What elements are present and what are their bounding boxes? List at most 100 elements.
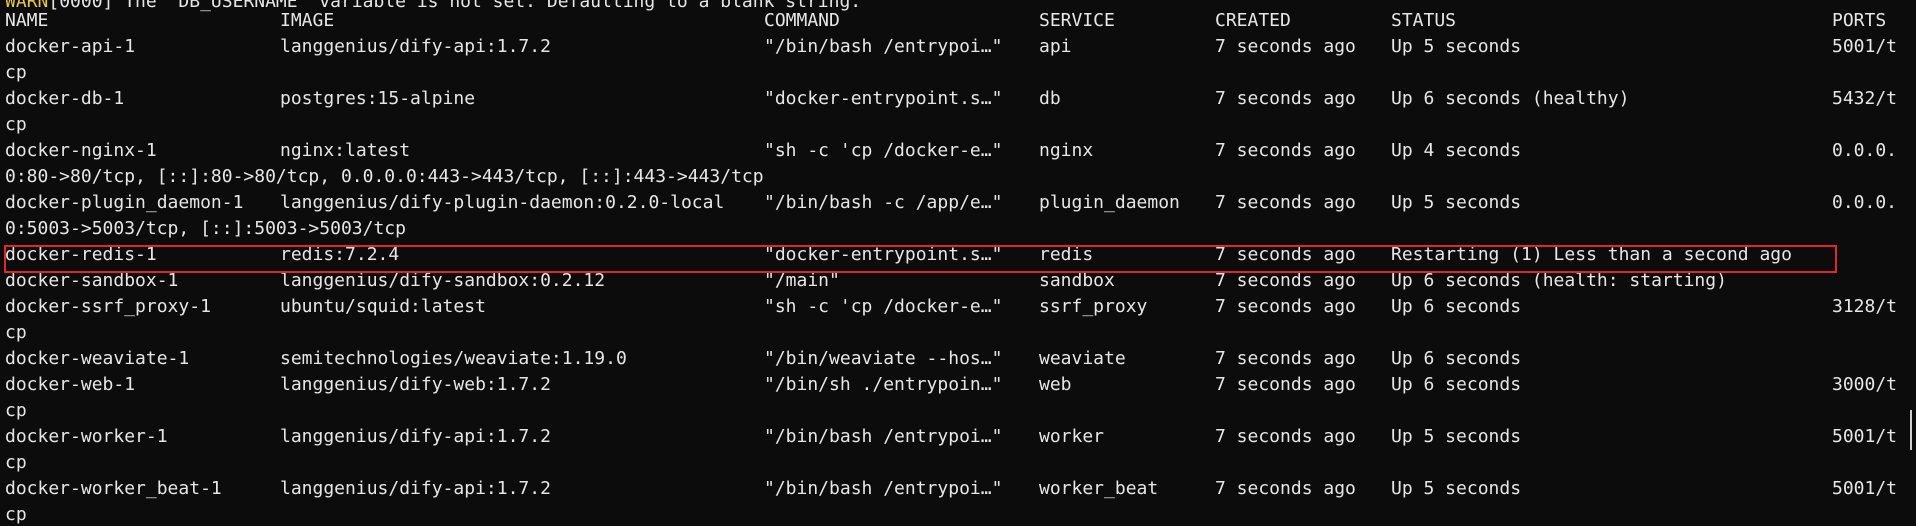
cell-command: "/main" xyxy=(764,270,840,291)
cell-image: semitechnologies/weaviate:1.19.0 xyxy=(280,348,627,369)
table-row: docker-ssrf_proxy-1 ubuntu/squid:latest "s… xyxy=(0,294,1916,320)
cell-ports: 0.0.0. xyxy=(1832,140,1898,161)
cell-service: redis xyxy=(1039,244,1094,265)
cell-service: nginx xyxy=(1039,140,1094,161)
cell-command: "/bin/weaviate --hos…" xyxy=(764,348,1003,369)
cell-image: nginx:latest xyxy=(280,140,411,161)
cell-command: "sh -c 'cp /docker-e…" xyxy=(764,140,1003,161)
header-name: NAME xyxy=(5,10,49,31)
cell-name: docker-nginx-1 xyxy=(5,140,157,161)
cell-created: 7 seconds ago xyxy=(1215,192,1356,213)
cell-ports-wrap: cp xyxy=(5,322,27,343)
cell-service: db xyxy=(1039,88,1061,109)
cell-service: worker xyxy=(1039,426,1105,447)
cell-ports-wrap: cp xyxy=(5,114,27,135)
cell-ports: 5001/t xyxy=(1832,426,1898,447)
cell-name: docker-worker_beat-1 xyxy=(5,478,222,499)
cell-created: 7 seconds ago xyxy=(1215,244,1356,265)
cell-created: 7 seconds ago xyxy=(1215,348,1356,369)
cell-name: docker-api-1 xyxy=(5,36,136,57)
cell-name: docker-weaviate-1 xyxy=(5,348,190,369)
header-command: COMMAND xyxy=(764,10,840,31)
table-row-wrap: cp xyxy=(0,320,1916,346)
cell-ports: 3000/t xyxy=(1832,374,1898,395)
header-ports: PORTS xyxy=(1832,10,1887,31)
cell-service: worker_beat xyxy=(1039,478,1159,499)
table-row-wrap: cp xyxy=(0,112,1916,138)
cell-created: 7 seconds ago xyxy=(1215,374,1356,395)
cell-ports-wrap: 0:80->80/tcp, [::]:80->80/tcp, 0.0.0.0:4… xyxy=(5,166,764,187)
cell-ports: 3128/t xyxy=(1832,296,1898,317)
cell-ports: 5001/t xyxy=(1832,478,1898,499)
cell-command: "/bin/bash /entrypoi…" xyxy=(764,36,1003,57)
cell-ports-wrap: cp xyxy=(5,400,27,421)
table-row: docker-plugin_daemon-1 langgenius/dify-pl… xyxy=(0,190,1916,216)
header-service: SERVICE xyxy=(1039,10,1115,31)
cell-image: langgenius/dify-api:1.7.2 xyxy=(280,36,551,57)
cell-command: "docker-entrypoint.s…" xyxy=(764,88,1003,109)
cell-image: langgenius/dify-sandbox:0.2.12 xyxy=(280,270,606,291)
table-row: docker-web-1 langgenius/dify-web:1.7.2 "/b… xyxy=(0,372,1916,398)
cell-image: ubuntu/squid:latest xyxy=(280,296,486,317)
cell-created: 7 seconds ago xyxy=(1215,478,1356,499)
cell-created: 7 seconds ago xyxy=(1215,296,1356,317)
table-header: NAME IMAGE COMMAND SERVICE CREATED STATU… xyxy=(0,8,1916,34)
cell-command: "docker-entrypoint.s…" xyxy=(764,244,1003,265)
cell-name: docker-plugin_daemon-1 xyxy=(5,192,244,213)
cell-name: docker-worker-1 xyxy=(5,426,168,447)
table-row: docker-worker_beat-1 langgenius/dify-api:… xyxy=(0,476,1916,502)
cell-command: "/bin/bash /entrypoi…" xyxy=(764,426,1003,447)
cell-command: "/bin/bash /entrypoi…" xyxy=(764,478,1003,499)
cell-ports: 5432/t xyxy=(1832,88,1898,109)
cell-image: langgenius/dify-web:1.7.2 xyxy=(280,374,551,395)
cell-name: docker-db-1 xyxy=(5,88,125,109)
cell-created: 7 seconds ago xyxy=(1215,88,1356,109)
table-row: docker-api-1 langgenius/dify-api:1.7.2 "/b… xyxy=(0,34,1916,60)
cell-status: Up 5 seconds xyxy=(1391,36,1522,57)
cell-name: docker-ssrf_proxy-1 xyxy=(5,296,211,317)
header-created: CREATED xyxy=(1215,10,1291,31)
table-row: docker-worker-1 langgenius/dify-api:1.7.2… xyxy=(0,424,1916,450)
table-row: docker-db-1 postgres:15-alpine "docker-ent… xyxy=(0,86,1916,112)
table-row: docker-sandbox-1 langgenius/dify-sandbox:… xyxy=(0,268,1916,294)
cell-status: Up 5 seconds xyxy=(1391,192,1522,213)
cell-status: Up 6 seconds xyxy=(1391,296,1522,317)
cell-ports: 5001/t xyxy=(1832,36,1898,57)
header-image: IMAGE xyxy=(280,10,335,31)
cell-created: 7 seconds ago xyxy=(1215,426,1356,447)
cell-image: postgres:15-alpine xyxy=(280,88,476,109)
cell-created: 7 seconds ago xyxy=(1215,36,1356,57)
cell-service: ssrf_proxy xyxy=(1039,296,1148,317)
cell-command: "/bin/sh ./entrypoin…" xyxy=(764,374,1003,395)
table-row-wrap: cp xyxy=(0,398,1916,424)
cell-ports-wrap: cp xyxy=(5,504,27,525)
cell-name: docker-sandbox-1 xyxy=(5,270,179,291)
cell-service: web xyxy=(1039,374,1072,395)
cell-status: Up 5 seconds xyxy=(1391,426,1522,447)
cell-created: 7 seconds ago xyxy=(1215,140,1356,161)
table-row-wrap: cp xyxy=(0,502,1916,526)
cell-created: 7 seconds ago xyxy=(1215,270,1356,291)
cell-status: Up 6 seconds xyxy=(1391,348,1522,369)
cell-service: plugin_daemon xyxy=(1039,192,1180,213)
table-row-wrap: 0:5003->5003/tcp, [::]:5003->5003/tcp xyxy=(0,216,1916,242)
table-row: docker-weaviate-1 semitechnologies/weavia… xyxy=(0,346,1916,372)
table-row-wrap: cp xyxy=(0,60,1916,86)
cell-ports-wrap: cp xyxy=(5,452,27,473)
cell-status: Up 6 seconds (healthy) xyxy=(1391,88,1630,109)
terminal-output[interactable]: WARN[0000] The "DB_USERNAME" variable is… xyxy=(0,0,1916,526)
cell-status: Up 6 seconds (health: starting) xyxy=(1391,270,1727,291)
cell-status: Up 5 seconds xyxy=(1391,478,1522,499)
table-row: docker-nginx-1 nginx:latest "sh -c 'cp /do… xyxy=(0,138,1916,164)
cell-status: Up 4 seconds xyxy=(1391,140,1522,161)
cell-command: "sh -c 'cp /docker-e…" xyxy=(764,296,1003,317)
scrollbar-thumb[interactable] xyxy=(1910,410,1912,450)
cell-image: redis:7.2.4 xyxy=(280,244,400,265)
cell-status: Restarting (1) Less than a second ago xyxy=(1391,244,1792,265)
cell-service: api xyxy=(1039,36,1072,57)
cell-ports-wrap: 0:5003->5003/tcp, [::]:5003->5003/tcp xyxy=(5,218,406,239)
cell-service: sandbox xyxy=(1039,270,1115,291)
header-status: STATUS xyxy=(1391,10,1457,31)
cell-ports: 0.0.0. xyxy=(1832,192,1898,213)
cell-service: weaviate xyxy=(1039,348,1126,369)
